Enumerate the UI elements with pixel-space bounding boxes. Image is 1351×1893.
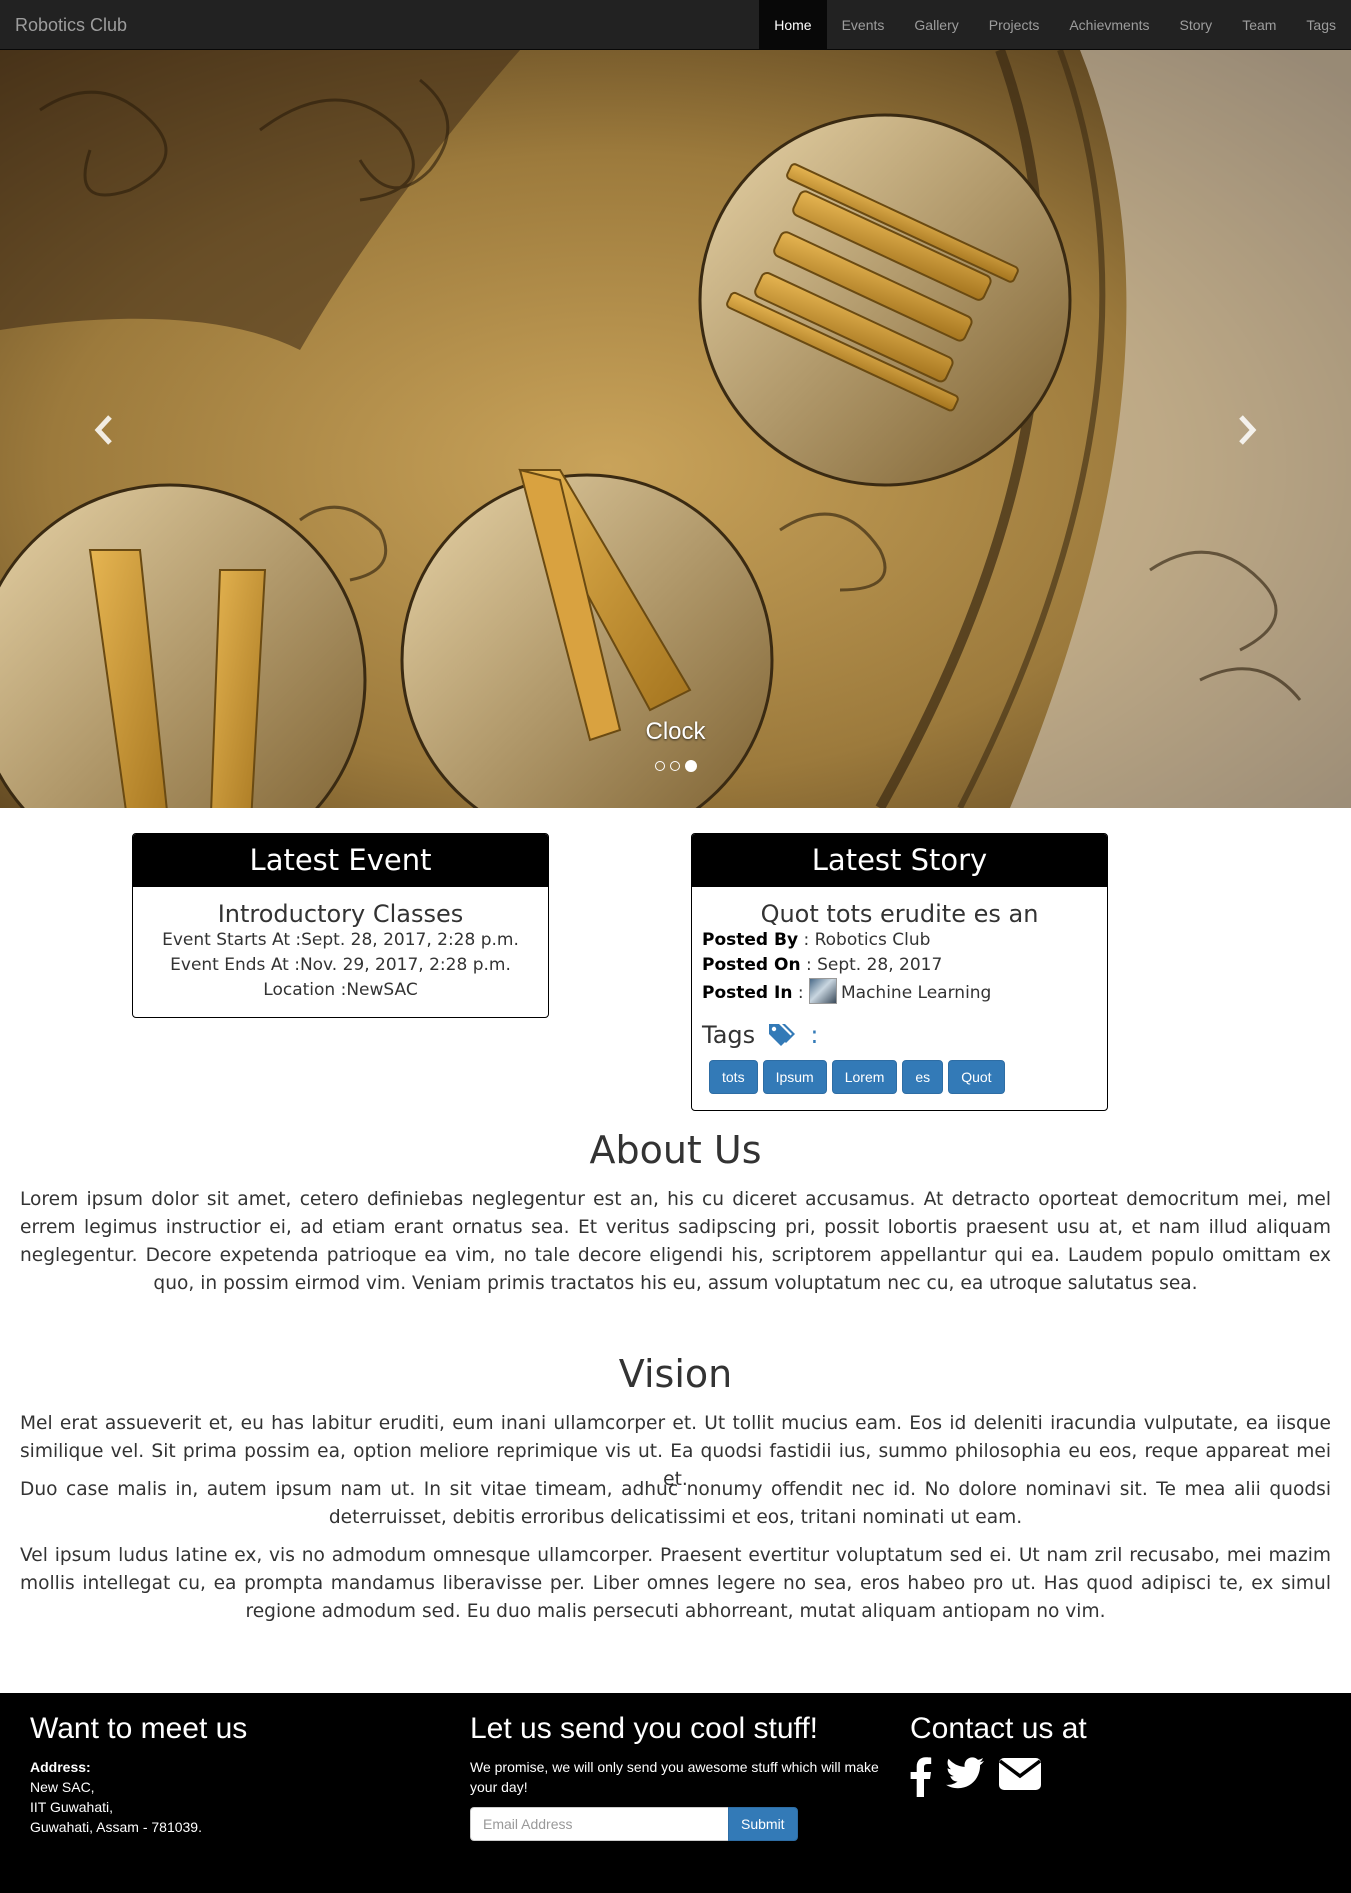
nav-item-projects[interactable]: Projects <box>974 0 1055 50</box>
tags-colon: : <box>810 1021 819 1049</box>
about-text: Lorem ipsum dolor sit amet, cetero defin… <box>20 1189 1331 1294</box>
chevron-right-icon <box>1239 415 1257 445</box>
posted-in-label: Posted In <box>702 983 793 1003</box>
subscribe-form: Submit <box>470 1807 890 1841</box>
newsletter-text: We promise, we will only send you awesom… <box>470 1759 879 1795</box>
footer-newsletter-column: Let us send you cool stuff! We promise, … <box>470 1711 890 1841</box>
email-input[interactable] <box>470 1807 728 1841</box>
address-line-3: Guwahati, Assam - 781039. <box>30 1819 202 1835</box>
carousel-prev-button[interactable] <box>0 50 203 808</box>
tag-button-ipsum[interactable]: Ipsum <box>762 1060 827 1094</box>
carousel-caption: Clock <box>645 718 706 745</box>
posted-by-label: Posted By <box>702 930 799 950</box>
posted-by-value: : Robotics Club <box>798 930 931 950</box>
navbar-brand[interactable]: Robotics Club <box>15 0 127 50</box>
latest-story-card: Latest Story Quot tots erudite es an Pos… <box>691 833 1108 1111</box>
submit-button[interactable]: Submit <box>728 1807 798 1841</box>
event-title[interactable]: Introductory Classes <box>133 900 548 928</box>
meet-heading: Want to meet us <box>30 1712 248 1745</box>
newsletter-heading: Let us send you cool stuff! <box>470 1712 819 1745</box>
nav-item-achievments[interactable]: Achievments <box>1054 0 1164 50</box>
tags-label: Tags <box>702 1021 756 1049</box>
footer: Want to meet us Address: New SAC, IIT Gu… <box>0 1693 1351 1893</box>
nav-item-home[interactable]: Home <box>759 0 827 50</box>
nav-item-team[interactable]: Team <box>1227 0 1291 50</box>
latest-story-heading: Latest Story <box>692 834 1107 887</box>
event-start: Event Starts At :Sept. 28, 2017, 2:28 p.… <box>162 930 519 950</box>
twitter-icon[interactable] <box>946 1757 984 1789</box>
address-label: Address: <box>30 1759 91 1775</box>
about-heading: About Us <box>589 1128 762 1172</box>
footer-contact-column: Contact us at <box>910 1711 1087 1797</box>
address-line-2: IIT Guwahati, <box>30 1799 114 1815</box>
nav-item-story[interactable]: Story <box>1165 0 1228 50</box>
latest-event-card: Latest Event Introductory Classes Event … <box>132 833 549 1018</box>
tag-button-quot[interactable]: Quot <box>948 1060 1005 1094</box>
posted-on-label: Posted On <box>702 955 801 975</box>
story-posted-on: Posted On : Sept. 28, 2017 <box>692 953 1107 978</box>
event-location: Location :NewSAC <box>263 980 418 1000</box>
story-posted-in: Posted In : Machine Learning <box>692 978 1107 1006</box>
tag-button-es[interactable]: es <box>902 1060 944 1094</box>
carousel-indicator-2[interactable] <box>669 761 680 771</box>
chevron-left-icon <box>94 415 112 445</box>
story-posted-by: Posted By : Robotics Club <box>692 928 1107 953</box>
tag-buttons: tots Ipsum Lorem es Quot <box>692 1060 1107 1094</box>
event-end: Event Ends At :Nov. 29, 2017, 2:28 p.m. <box>170 955 511 975</box>
nav-item-gallery[interactable]: Gallery <box>899 0 973 50</box>
nav-item-events[interactable]: Events <box>827 0 900 50</box>
image-carousel: Clock <box>0 50 1351 808</box>
social-links <box>910 1757 1087 1797</box>
facebook-icon[interactable] <box>910 1757 932 1797</box>
tag-button-tots[interactable]: tots <box>709 1060 758 1094</box>
tags-icon <box>768 1024 795 1046</box>
navbar: Robotics Club Home Events Gallery Projec… <box>0 0 1351 50</box>
story-tags-row: Tags : <box>692 1020 1107 1050</box>
posted-in-sep: : <box>792 983 809 1003</box>
carousel-indicator-3[interactable] <box>684 760 697 772</box>
address-block: Address: New SAC, IIT Guwahati, Guwahati… <box>30 1757 247 1837</box>
envelope-icon[interactable] <box>998 1757 1042 1791</box>
carousel-indicators <box>0 760 1351 772</box>
tag-button-lorem[interactable]: Lorem <box>831 1060 898 1094</box>
nav-item-tags[interactable]: Tags <box>1291 0 1351 50</box>
footer-meet-column: Want to meet us Address: New SAC, IIT Gu… <box>30 1711 247 1837</box>
contact-heading: Contact us at <box>910 1712 1087 1745</box>
address-line-1: New SAC, <box>30 1779 95 1795</box>
vision-heading: Vision <box>618 1352 733 1396</box>
posted-on-value: : Sept. 28, 2017 <box>800 955 943 975</box>
category-thumbnail <box>808 978 837 1004</box>
story-title[interactable]: Quot tots erudite es an <box>692 900 1107 928</box>
posted-in-category[interactable]: Machine Learning <box>841 983 991 1003</box>
vision-paragraph-2: Duo case malis in, autem ipsum nam ut. I… <box>20 1479 1331 1528</box>
carousel-indicator-1[interactable] <box>654 761 665 771</box>
latest-event-heading: Latest Event <box>133 834 548 887</box>
nav-menu: Home Events Gallery Projects Achievments… <box>759 0 1351 50</box>
vision-paragraph-3: Vel ipsum ludus latine ex, vis no admodu… <box>20 1545 1331 1622</box>
carousel-next-button[interactable] <box>1148 50 1351 808</box>
